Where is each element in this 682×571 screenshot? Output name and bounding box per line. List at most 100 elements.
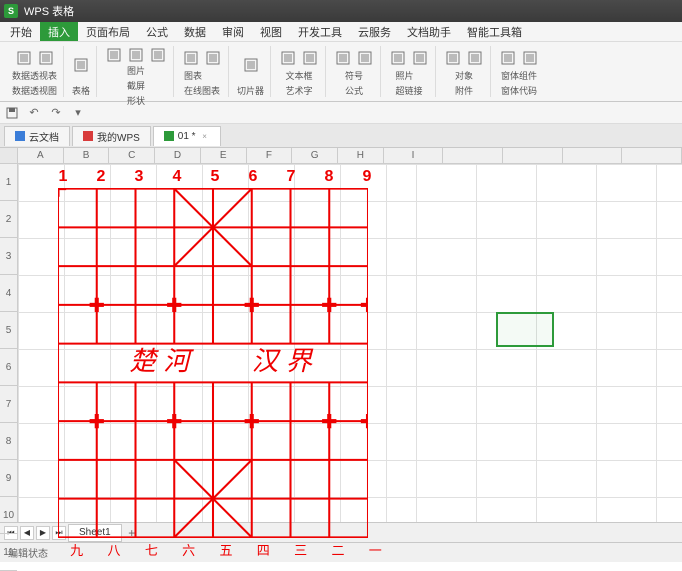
chess-bottom-char: 七 bbox=[133, 540, 170, 559]
tab-label: 01 * bbox=[178, 131, 196, 142]
shapes-icon[interactable] bbox=[149, 46, 167, 64]
selected-cell[interactable] bbox=[496, 312, 554, 347]
col-header-extra-1[interactable] bbox=[503, 148, 563, 163]
quick-access-bar: ↶ ↷ ▾ bbox=[0, 102, 682, 124]
photo-icon[interactable] bbox=[389, 49, 407, 67]
symbol-icon[interactable] bbox=[334, 49, 352, 67]
ribbon-label: 窗体组件 bbox=[501, 69, 537, 82]
menu-item-7[interactable]: 开发工具 bbox=[290, 22, 350, 41]
slicer-icon[interactable] bbox=[242, 56, 260, 74]
sheet-area: ABCDEFGHI 1234567891011 123456789 bbox=[0, 148, 682, 522]
menu-item-8[interactable]: 云服务 bbox=[350, 22, 399, 41]
form-icon[interactable] bbox=[499, 49, 517, 67]
menu-item-2[interactable]: 页面布局 bbox=[78, 22, 138, 41]
ribbon-label: 图片 bbox=[127, 64, 145, 77]
ribbon-group-7: 照片超链接 bbox=[383, 46, 436, 97]
document-tab-0[interactable]: 云文档 bbox=[4, 126, 70, 146]
sheet-nav-prev-icon[interactable]: ◀ bbox=[20, 526, 34, 540]
image-icon[interactable] bbox=[105, 46, 123, 64]
col-header-extra-3[interactable] bbox=[622, 148, 682, 163]
chess-top-num: 5 bbox=[196, 168, 234, 186]
ribbon-label: 符号 bbox=[345, 69, 363, 82]
code-icon[interactable] bbox=[521, 49, 539, 67]
ribbon-group-5: 文本框艺术字 bbox=[273, 46, 326, 97]
redo-icon[interactable]: ↷ bbox=[48, 105, 64, 121]
grid-body[interactable]: 123456789 bbox=[18, 164, 682, 522]
col-header-B[interactable]: B bbox=[64, 148, 110, 163]
chess-top-num: 6 bbox=[234, 168, 272, 186]
document-tab-2[interactable]: 01 * × bbox=[153, 126, 221, 146]
ribbon-label: 截屏 bbox=[127, 79, 145, 92]
hyperlink-icon[interactable] bbox=[411, 49, 429, 67]
tab-label: 我的WPS bbox=[97, 129, 140, 144]
table-icon[interactable] bbox=[72, 56, 90, 74]
row-header-11[interactable]: 11 bbox=[0, 534, 17, 571]
col-header-D[interactable]: D bbox=[155, 148, 201, 163]
menu-item-10[interactable]: 智能工具箱 bbox=[459, 22, 530, 41]
row-header-3[interactable]: 3 bbox=[0, 238, 17, 275]
dropdown-icon[interactable]: ▾ bbox=[70, 105, 86, 121]
col-header-extra-2[interactable] bbox=[563, 148, 623, 163]
row-header-9[interactable]: 9 bbox=[0, 460, 17, 497]
online-chart-icon[interactable] bbox=[204, 49, 222, 67]
col-header-E[interactable]: E bbox=[201, 148, 247, 163]
equation-icon[interactable] bbox=[356, 49, 374, 67]
ribbon-label: 公式 bbox=[345, 84, 363, 97]
select-all-corner[interactable] bbox=[0, 148, 17, 164]
tab-label: 云文档 bbox=[29, 129, 59, 144]
menu-item-9[interactable]: 文档助手 bbox=[399, 22, 459, 41]
ribbon-label: 数据透视表 bbox=[12, 69, 57, 82]
save-icon[interactable] bbox=[4, 105, 20, 121]
ribbon-group-3: 图表在线图表 bbox=[176, 46, 229, 97]
chart-icon[interactable] bbox=[182, 49, 200, 67]
undo-icon[interactable]: ↶ bbox=[26, 105, 42, 121]
wordart-icon[interactable] bbox=[301, 49, 319, 67]
chess-bottom-labels: 九八七六五四三二一 bbox=[58, 540, 394, 559]
menu-item-4[interactable]: 数据 bbox=[176, 22, 214, 41]
row-header-10[interactable]: 10 bbox=[0, 497, 17, 534]
ribbon-label: 图表 bbox=[184, 69, 220, 82]
app-title: WPS 表格 bbox=[24, 3, 74, 19]
col-header-C[interactable]: C bbox=[109, 148, 155, 163]
menu-item-0[interactable]: 开始 bbox=[2, 22, 40, 41]
textbox-icon[interactable] bbox=[279, 49, 297, 67]
document-tab-1[interactable]: 我的WPS bbox=[72, 126, 151, 146]
col-header-I[interactable]: I bbox=[384, 148, 444, 163]
pivot-table-icon[interactable] bbox=[15, 49, 33, 67]
row-header-8[interactable]: 8 bbox=[0, 423, 17, 460]
ribbon-label: 形状 bbox=[127, 94, 145, 107]
close-icon[interactable]: × bbox=[200, 131, 210, 141]
attachment-icon[interactable] bbox=[466, 49, 484, 67]
chess-top-num: 4 bbox=[158, 168, 196, 186]
row-header-1[interactable]: 1 bbox=[0, 164, 17, 201]
ribbon-label: 对象 bbox=[455, 69, 473, 82]
pivot-chart-icon[interactable] bbox=[37, 49, 55, 67]
chess-top-num: 1 bbox=[44, 168, 82, 186]
object-icon[interactable] bbox=[444, 49, 462, 67]
ribbon-label: 切片器 bbox=[237, 84, 264, 97]
row-header-6[interactable]: 6 bbox=[0, 349, 17, 386]
row-header-7[interactable]: 7 bbox=[0, 386, 17, 423]
row-header-4[interactable]: 4 bbox=[0, 275, 17, 312]
screenshot-icon[interactable] bbox=[127, 46, 145, 64]
menu-item-6[interactable]: 视图 bbox=[252, 22, 290, 41]
ribbon-label: 在线图表 bbox=[184, 84, 220, 97]
ribbon-group-0: 数据透视表数据透视图 bbox=[6, 46, 64, 97]
row-header-5[interactable]: 5 bbox=[0, 312, 17, 349]
col-header-H[interactable]: H bbox=[338, 148, 384, 163]
col-header-extra-0[interactable] bbox=[443, 148, 503, 163]
menu-item-5[interactable]: 审阅 bbox=[214, 22, 252, 41]
ribbon-label: 照片 bbox=[396, 69, 423, 82]
col-header-A[interactable]: A bbox=[18, 148, 64, 163]
chess-board-drawing: 123456789 bbox=[44, 168, 394, 559]
col-header-F[interactable]: F bbox=[247, 148, 293, 163]
menu-item-1[interactable]: 插入 bbox=[40, 22, 78, 41]
ribbon-group-4: 切片器 bbox=[231, 46, 271, 97]
menu-item-3[interactable]: 公式 bbox=[138, 22, 176, 41]
row-header-2[interactable]: 2 bbox=[0, 201, 17, 238]
tab-icon bbox=[164, 131, 174, 141]
ribbon-label: 窗体代码 bbox=[501, 84, 537, 97]
chess-bottom-char: 五 bbox=[207, 540, 244, 559]
col-header-G[interactable]: G bbox=[292, 148, 338, 163]
ribbon: 数据透视表数据透视图表格图片截屏形状图表在线图表切片器文本框艺术字符号公式照片超… bbox=[0, 42, 682, 102]
